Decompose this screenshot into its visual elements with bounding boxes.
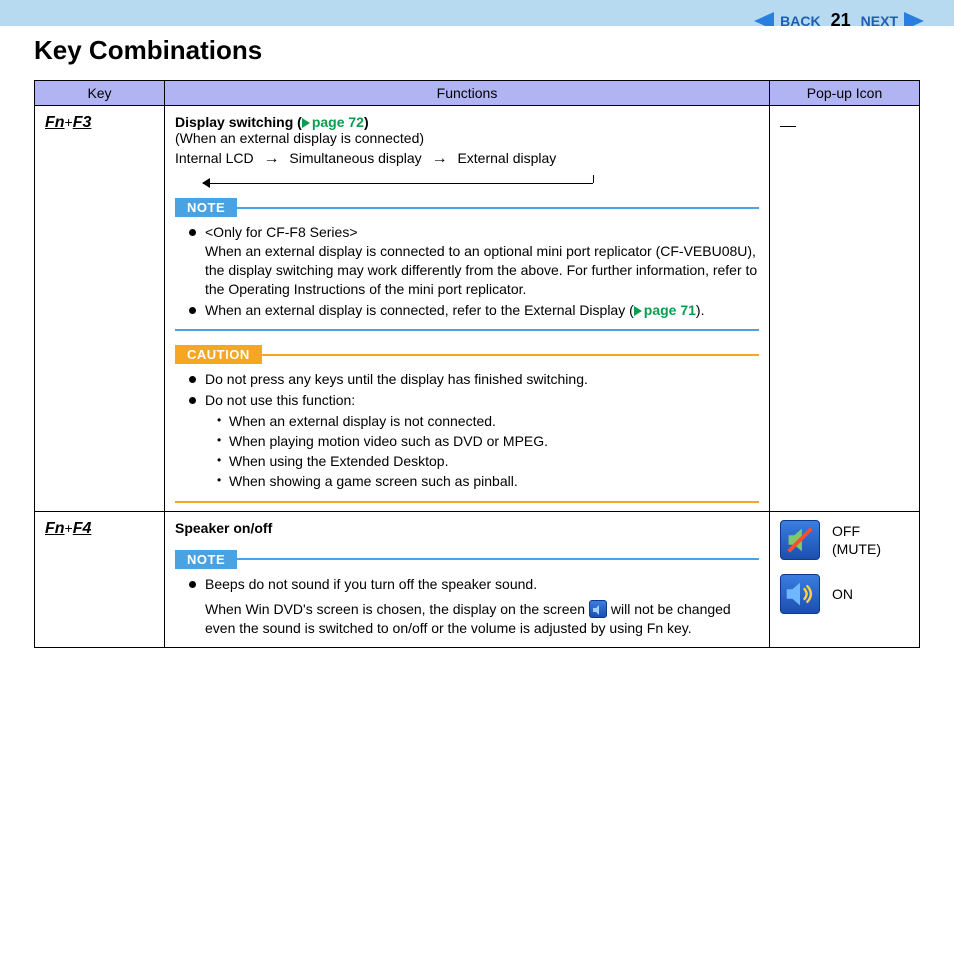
speaker-on-icon: [780, 574, 820, 614]
page-title: Key Combinations: [34, 35, 272, 66]
key-plus: +: [65, 114, 73, 130]
key-combinations-table: Key Functions Pop-up Icon Fn+F3 Display …: [34, 80, 920, 648]
note-text: Beeps do not sound if you turn off the s…: [189, 575, 759, 594]
key-fn: Fn: [45, 520, 65, 537]
note-text: When an external display is connected to…: [205, 242, 759, 299]
caution-text: Do not use this function:: [205, 392, 355, 408]
flow-arrow-icon: →: [263, 150, 279, 167]
caution-label: CAUTION: [175, 345, 262, 364]
key-fn: Fn: [45, 114, 65, 131]
caution-sub-text: When an external display is not connecte…: [217, 412, 759, 431]
link-arrow-icon: [302, 118, 310, 128]
key-f4: F4: [73, 520, 92, 537]
note-divider: [237, 558, 759, 560]
flow-step: External display: [457, 150, 556, 166]
page-link[interactable]: page 71: [644, 302, 696, 318]
function-title: Display switching (: [175, 114, 302, 130]
flow-step: Simultaneous display: [289, 150, 421, 166]
flow-arrow-icon: →: [432, 150, 448, 167]
flow-step: Internal LCD: [175, 150, 254, 166]
table-row: Fn+F3 Display switching ( page 72) (When …: [35, 106, 920, 512]
function-title: Speaker on/off: [175, 520, 759, 536]
popup-icon-none: [780, 126, 796, 127]
caution-divider: [262, 354, 759, 356]
speaker-inline-icon: [589, 600, 607, 618]
flow-loop-icon: [203, 170, 593, 184]
function-subtitle: (When an external display is connected): [175, 130, 759, 146]
link-arrow-icon: [634, 306, 642, 316]
caution-sub-text: When using the Extended Desktop.: [217, 452, 759, 471]
note-text: When Win DVD's screen is chosen, the dis…: [205, 601, 589, 617]
caution-text: Do not press any keys until the display …: [189, 370, 759, 389]
caution-end-divider: [175, 501, 759, 503]
function-title-suffix: ): [364, 114, 369, 130]
icon-off-label: OFF (MUTE): [832, 522, 909, 558]
note-text: <Only for CF-F8 Series>: [205, 223, 759, 242]
icon-on-label: ON: [832, 585, 853, 603]
note-text: When an external display is connected, r…: [205, 302, 634, 318]
col-icon: Pop-up Icon: [770, 81, 920, 106]
table-row: Fn+F4 Speaker on/off NOTE Beeps do not s…: [35, 511, 920, 647]
note-end-divider: [175, 329, 759, 331]
caution-sub-text: When showing a game screen such as pinba…: [217, 472, 759, 491]
note-label: NOTE: [175, 198, 237, 217]
col-functions: Functions: [165, 81, 770, 106]
key-f3: F3: [73, 114, 92, 131]
page-link[interactable]: page 72: [312, 114, 364, 130]
key-plus: +: [65, 520, 73, 536]
note-text: ).: [696, 302, 705, 318]
col-key: Key: [35, 81, 165, 106]
speaker-mute-icon: [780, 520, 820, 560]
note-label: NOTE: [175, 550, 237, 569]
caution-sub-text: When playing motion video such as DVD or…: [217, 432, 759, 451]
note-divider: [237, 207, 759, 209]
